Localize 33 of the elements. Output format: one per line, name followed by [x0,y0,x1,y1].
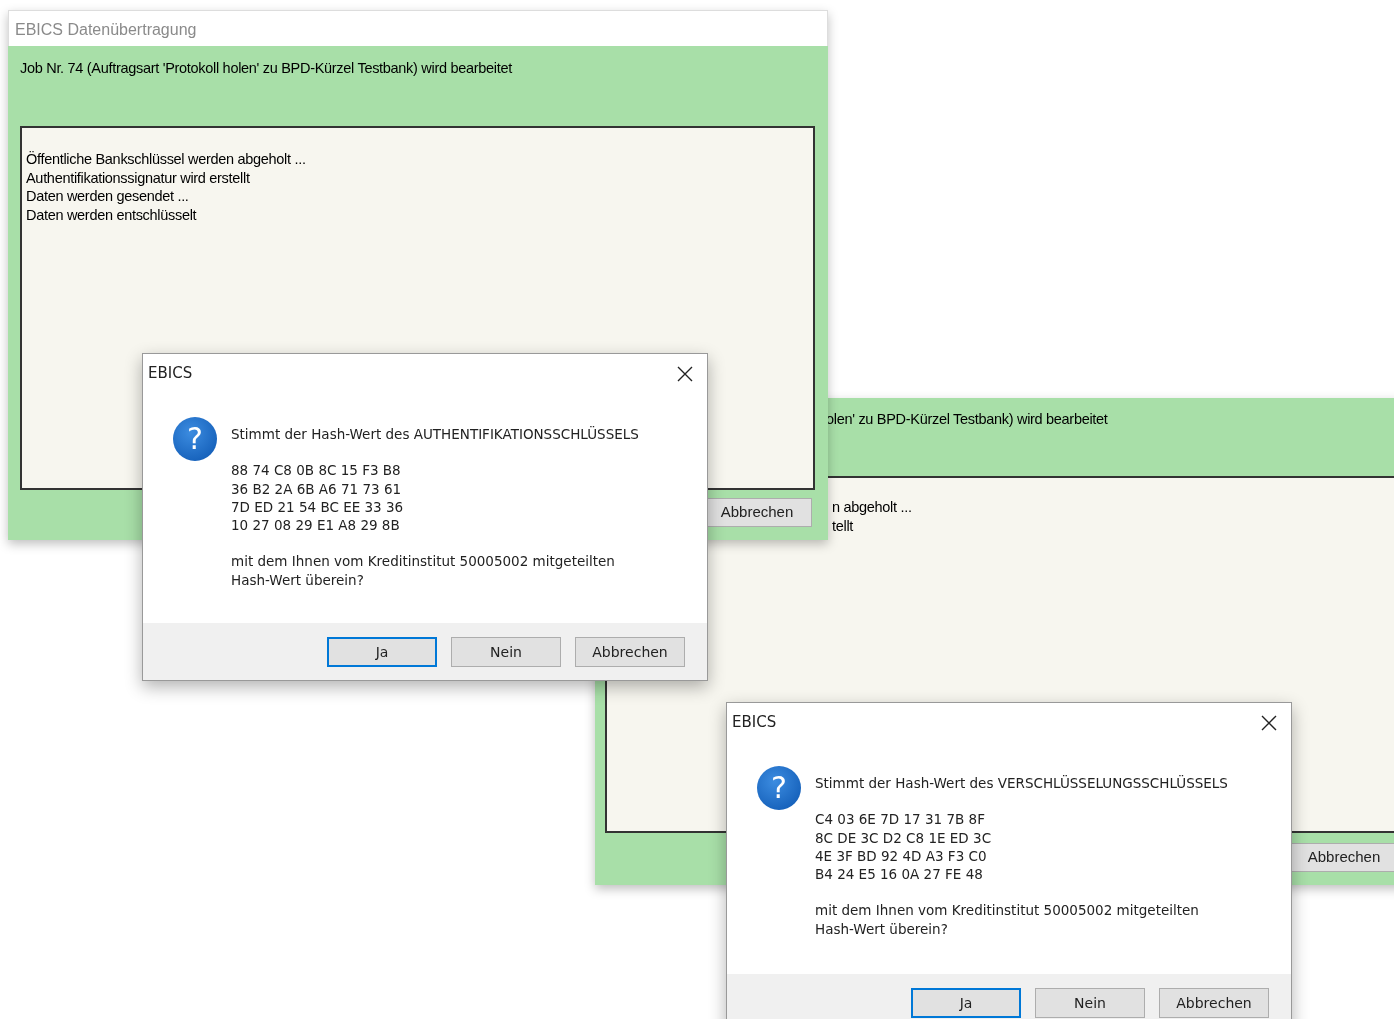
dialog-button[interactable]: Nein [1035,988,1145,1018]
dialog-button[interactable]: Abbrechen [575,637,685,667]
dialog-button[interactable]: Ja [911,988,1021,1018]
dialog-title: EBICS [732,712,777,734]
question-icon: ? [173,417,217,461]
log-line: Daten werden gesendet ... [26,187,190,206]
log-line: Authentifikationssignatur wird erstellt [26,168,251,187]
close-icon[interactable] [1261,714,1277,731]
hash-line: 36 B2 2A 6B A6 71 73 61 [231,479,403,498]
question-icon: ? [757,766,801,810]
dialog-title: EBICS [148,363,193,385]
dialog-button[interactable]: Abbrechen [1159,988,1269,1018]
confirmation-text: mit dem Ihnen vom Kreditinstitut 50005002 mitgeteilten Hash-Wert überein? [815,901,1200,939]
dialog-button[interactable]: Nein [451,637,561,667]
question-text: Stimmt der Hash-Wert des AUTHENTIFIKATIONSSCHLÜSSELS [231,425,639,444]
window-title: EBICS Datenübertragung [8,10,828,46]
hash-line: 4E 3F BD 92 4D A3 F3 C0 [815,846,988,866]
close-icon[interactable] [677,365,693,382]
hash-line: 10 27 08 29 E1 A8 29 8B [231,516,401,535]
hash-line: B4 24 E5 16 0A 27 FE 48 [815,865,984,884]
dialog-button[interactable]: Ja [327,637,437,667]
cancel-button[interactable]: Abbrechen [1289,843,1394,872]
log-line: Daten werden entschlüsselt [26,205,198,224]
confirmation-text: mit dem Ihnen vom Kreditinstitut 50005002 mitgeteilten Hash-Wert überein? [231,552,616,590]
status-text: Job Nr. 74 (Auftragsart 'Protokoll holen' zu BPD-Kürzel Testbank) wird bearbeitet [20,59,513,78]
log-line: n abgeholt ... [832,498,913,517]
log-line: tellt [832,516,855,535]
log-line: Öffentliche Bankschlüssel werden abgeholt ... [26,150,307,169]
question-text: Stimmt der Hash-Wert des VERSCHLÜSSELUNGSSCHLÜSSELS [815,774,1228,793]
hash-line: 8C DE 3C D2 C8 1E ED 3C [815,828,993,847]
hash-line: 7D ED 21 54 BC EE 33 36 [231,497,405,517]
hash-line: 88 74 C8 0B 8C 15 F3 B8 [231,461,402,480]
hash-line: C4 03 6E 7D 17 31 7B 8F [815,810,986,829]
